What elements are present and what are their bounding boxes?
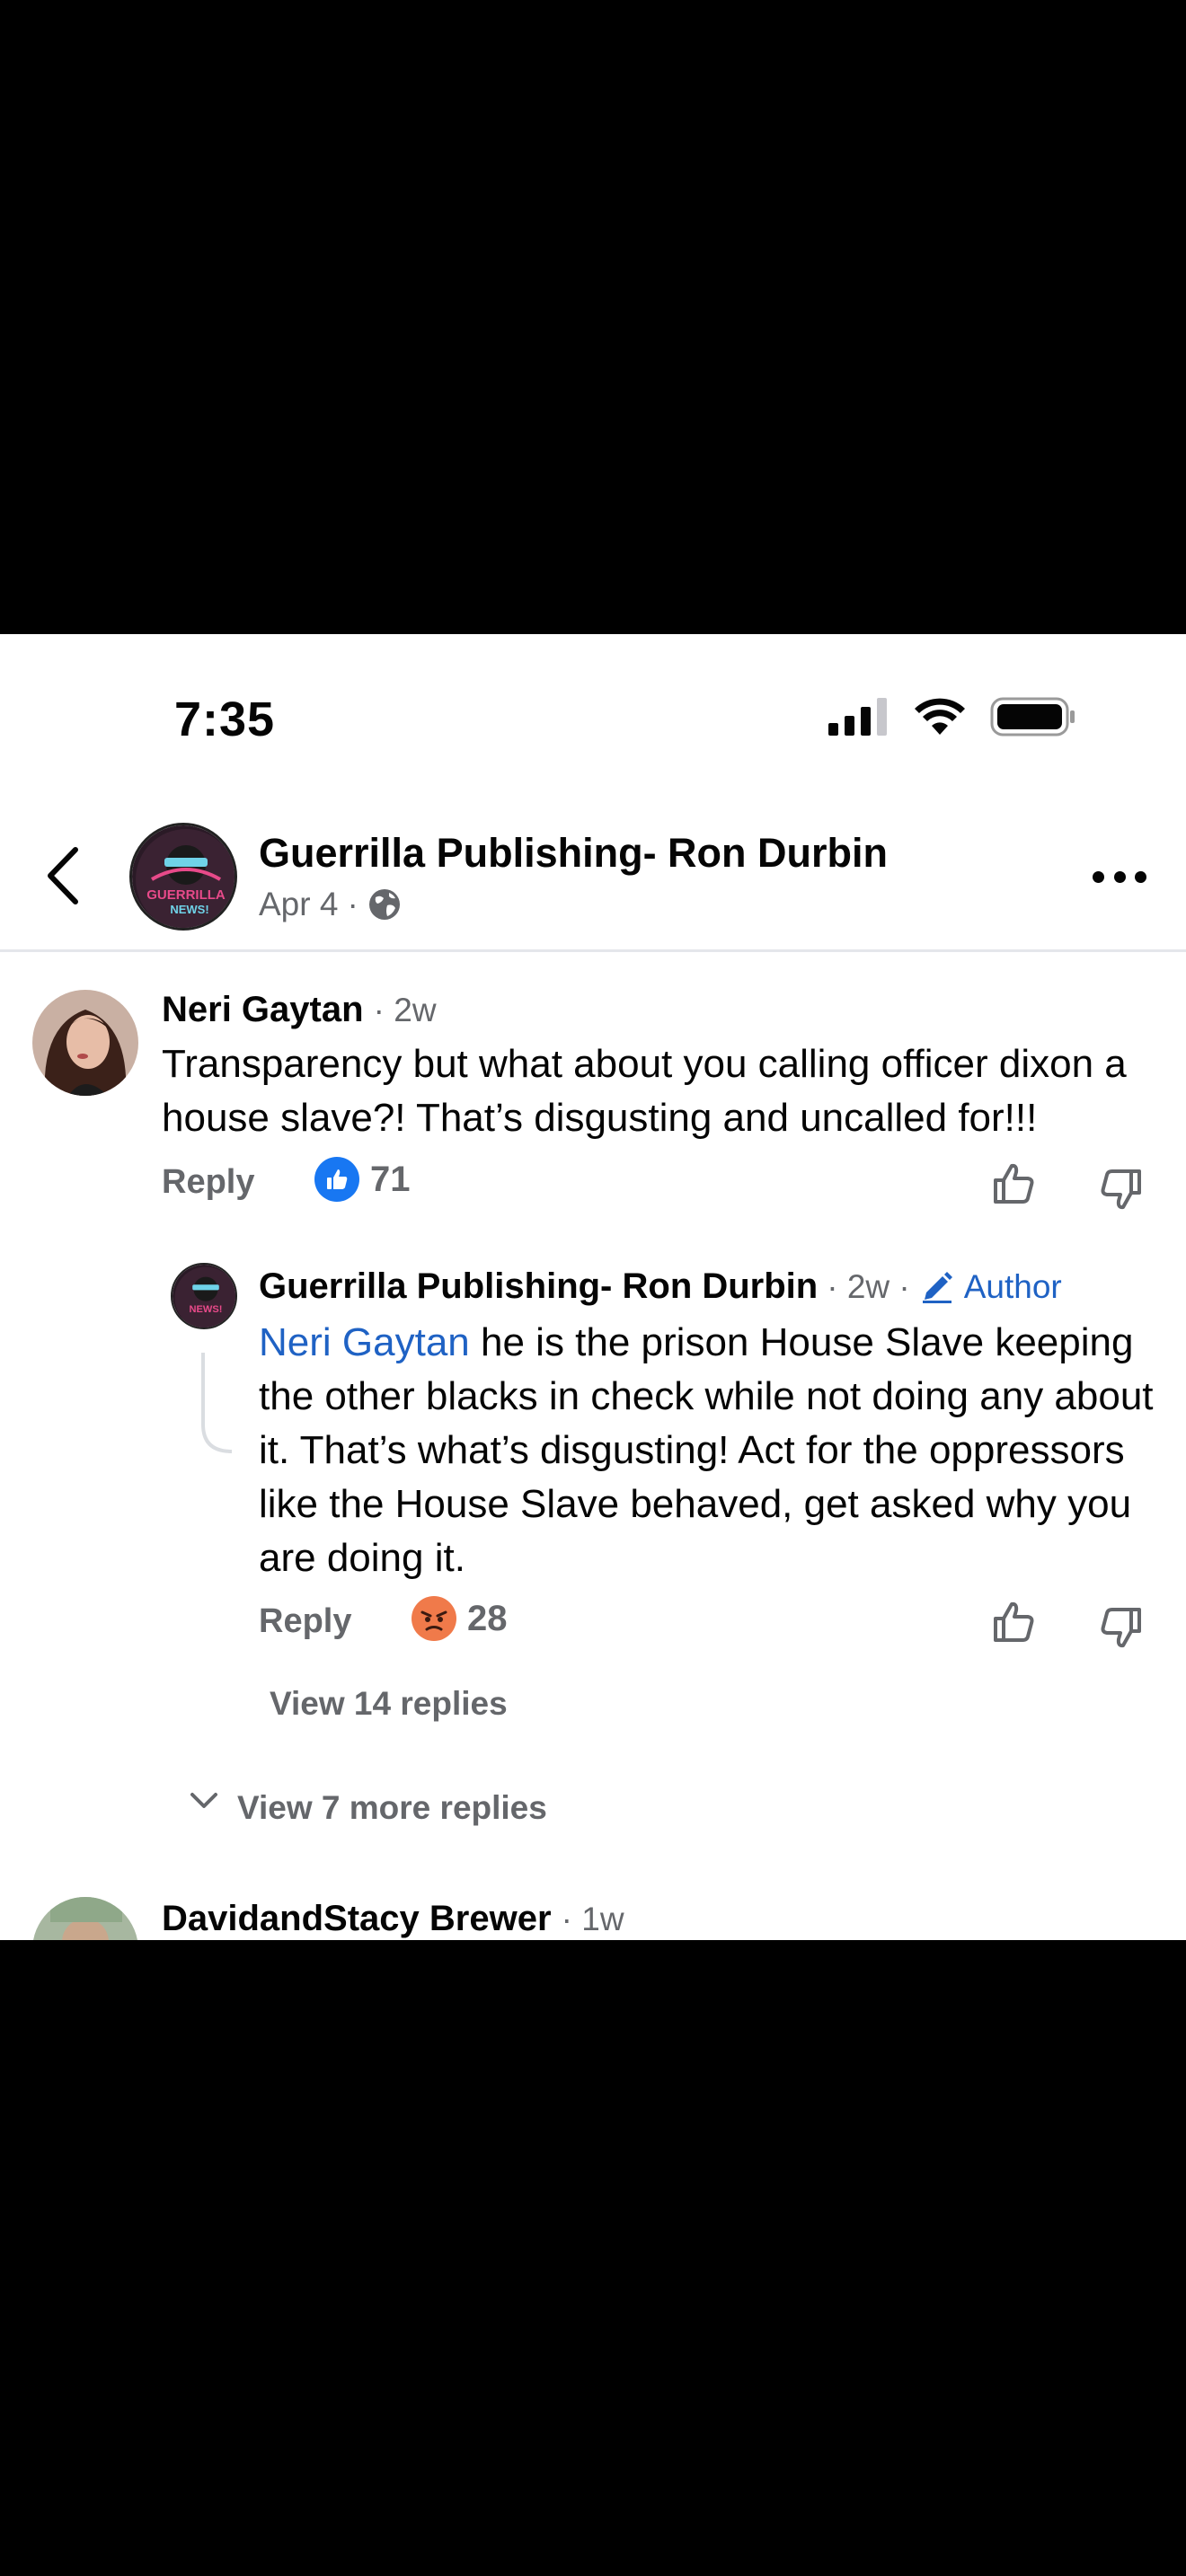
- comment-time: · 1w: [561, 1901, 624, 1937]
- chevron-down-icon[interactable]: [189, 1791, 219, 1811]
- dot-icon: [1093, 870, 1104, 883]
- comment-time: · 2w: [373, 992, 437, 1028]
- back-arrow-icon[interactable]: [41, 844, 86, 907]
- wifi-icon: [915, 698, 965, 735]
- battery-icon: [990, 697, 1075, 737]
- upvote-thumb-icon[interactable]: [990, 1599, 1037, 1645]
- reply-text: Neri Gaytan he is the prison House Slave…: [259, 1316, 1166, 1585]
- svg-text:GUERRILLA: GUERRILLA: [146, 887, 226, 903]
- reaction-count: 28: [467, 1598, 508, 1638]
- status-time: 7:35: [174, 693, 276, 746]
- more-options-button[interactable]: [1093, 859, 1146, 895]
- app-screen: 7:35 GUERRILLA NEWS! Guerrilla Publishin…: [0, 634, 1186, 1940]
- post-meta: Apr 4 ·: [259, 886, 402, 923]
- comment-author-name[interactable]: DavidandStacy Brewer: [162, 1899, 552, 1938]
- dot-icon: [1135, 870, 1146, 883]
- view-replies-link[interactable]: View 14 replies: [270, 1685, 508, 1723]
- reply-time: · 2w ·: [827, 1267, 910, 1305]
- reply-author-name[interactable]: Guerrilla Publishing- Ron Durbin: [259, 1266, 818, 1307]
- profile-photo: [32, 990, 138, 1096]
- comment-author-name[interactable]: Neri Gaytan: [162, 990, 364, 1029]
- meta-separator: ·: [347, 886, 358, 922]
- comment-text: Transparency but what about you calling …: [162, 1042, 1127, 1140]
- dot-icon: [1113, 870, 1126, 883]
- globe-icon: [368, 889, 400, 920]
- view-more-replies-link[interactable]: View 7 more replies: [237, 1789, 547, 1827]
- thread-connector-line: [201, 1353, 233, 1453]
- letterbox-top: [0, 0, 1186, 634]
- angry-reaction-icon: [412, 1596, 456, 1641]
- svg-text:NEWS!: NEWS!: [170, 903, 208, 916]
- profile-photo: [32, 1897, 138, 1940]
- page-name[interactable]: Guerrilla Publishing- Ron Durbin: [259, 830, 888, 877]
- letterbox-bottom: [0, 1940, 1186, 2576]
- author-badge: Author: [963, 1267, 1062, 1305]
- guerrilla-news-logo: NEWS!: [173, 1265, 235, 1328]
- status-icons: [828, 697, 1076, 737]
- upvote-thumb-icon[interactable]: [990, 1160, 1037, 1207]
- comment-author[interactable]: DavidandStacy Brewer · 1w: [162, 1899, 624, 1939]
- post-header: GUERRILLA NEWS! Guerrilla Publishing- Ro…: [0, 805, 1186, 952]
- comment-author[interactable]: Neri Gaytan · 2w: [162, 990, 437, 1030]
- reply-author-avatar[interactable]: NEWS!: [171, 1263, 237, 1329]
- post-date[interactable]: Apr 4: [259, 886, 338, 923]
- cellular-signal-icon: [828, 698, 887, 736]
- pencil-icon: [922, 1271, 952, 1303]
- svg-text:NEWS!: NEWS!: [190, 1304, 223, 1315]
- page-avatar[interactable]: GUERRILLA NEWS!: [129, 823, 237, 931]
- mention-link[interactable]: Neri Gaytan: [259, 1320, 470, 1364]
- downvote-thumb-icon[interactable]: [1098, 1166, 1145, 1213]
- reply-author[interactable]: Guerrilla Publishing- Ron Durbin · 2w · …: [259, 1266, 1062, 1307]
- commenter-avatar[interactable]: [32, 990, 138, 1096]
- reply-button[interactable]: Reply: [259, 1602, 351, 1641]
- downvote-thumb-icon[interactable]: [1098, 1604, 1145, 1651]
- reply-button[interactable]: Reply: [162, 1163, 254, 1202]
- guerrilla-news-logo: GUERRILLA NEWS!: [132, 825, 235, 928]
- like-reaction-icon: [314, 1157, 359, 1202]
- reaction-summary[interactable]: 28: [412, 1596, 508, 1641]
- reaction-count: 71: [370, 1159, 411, 1199]
- commenter-avatar[interactable]: [32, 1897, 138, 1940]
- reaction-summary[interactable]: 71: [314, 1157, 411, 1202]
